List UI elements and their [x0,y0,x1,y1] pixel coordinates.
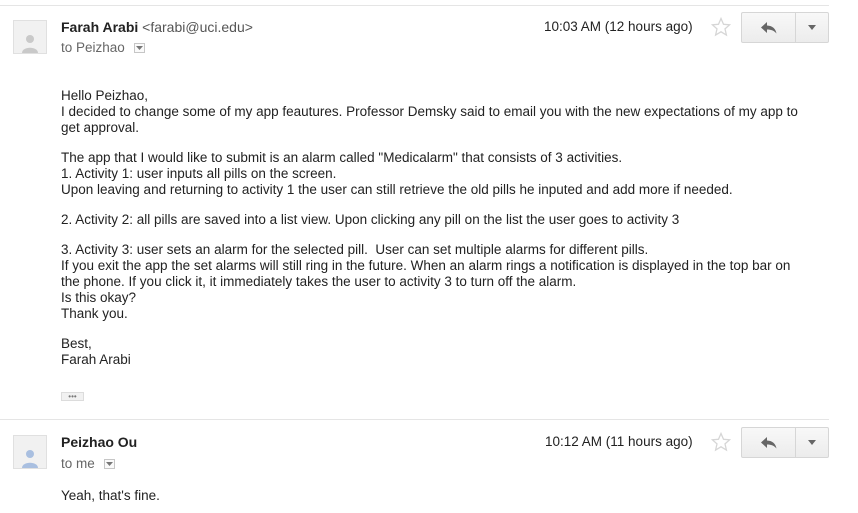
body-line: Yeah, that's fine. [61,488,160,503]
recipient-line: to Peizhao [61,40,145,55]
message-body: Hello Peizhao, I decided to change some … [61,88,811,368]
chevron-down-icon [808,440,816,445]
body-line [61,198,811,212]
reply-button-group [741,12,829,43]
body-line: I decided to change some of my app feaut… [61,104,802,135]
sender-name[interactable]: Farah Arabi <farabi@uci.edu> [61,19,253,35]
show-details-button[interactable] [133,42,145,53]
avatar[interactable] [13,20,47,54]
star-icon[interactable] [711,17,731,37]
reply-button-group [741,427,829,458]
message-time: 10:12 AM (11 hours ago) [545,434,693,449]
sender-email: <farabi@uci.edu> [142,19,253,35]
person-icon [22,35,38,53]
recipient-line: to me [61,456,115,471]
body-line: Best, [61,336,92,351]
body-line: If you exit the app the set alarms will … [61,258,795,289]
top-divider [0,5,829,6]
body-line: The app that I would like to submit is a… [61,150,623,165]
show-trimmed-content-button[interactable]: ••• [61,392,84,401]
body-line: 1. Activity 1: user inputs all pills on … [61,166,337,181]
reply-button[interactable] [741,427,796,458]
body-line: Is this okay? [61,290,137,305]
body-line: Hello Peizhao, [61,88,149,103]
body-line: Upon leaving and returning to activity 1… [61,182,733,197]
recipient-text: to me [61,456,95,471]
sender-name-text: Peizhao Ou [61,434,138,450]
sender-name-text: Farah Arabi [61,19,139,35]
body-line [61,228,811,242]
body-line: Farah Arabi [61,352,131,367]
recipient-text: to Peizhao [61,40,125,55]
person-icon [22,450,38,468]
avatar[interactable] [13,435,47,469]
sender-name[interactable]: Peizhao Ou [61,434,137,450]
reply-arrow-icon [760,21,776,33]
body-line: Thank you. [61,306,128,321]
message-time: 10:03 AM (12 hours ago) [544,19,693,34]
dropdown-arrow-icon [135,45,143,50]
chevron-down-icon [808,25,816,30]
body-line: 3. Activity 3: user sets an alarm for th… [61,242,649,257]
message-body: Yeah, that's fine. [61,488,811,504]
dropdown-arrow-icon [105,461,113,466]
message-divider [0,419,829,420]
star-icon[interactable] [711,432,731,452]
body-line [61,322,811,336]
show-details-button[interactable] [103,458,115,469]
body-line: 2. Activity 2: all pills are saved into … [61,212,680,227]
more-actions-button[interactable] [796,12,829,43]
reply-button[interactable] [741,12,796,43]
more-actions-button[interactable] [796,427,829,458]
body-line [61,136,811,150]
reply-arrow-icon [760,436,776,448]
